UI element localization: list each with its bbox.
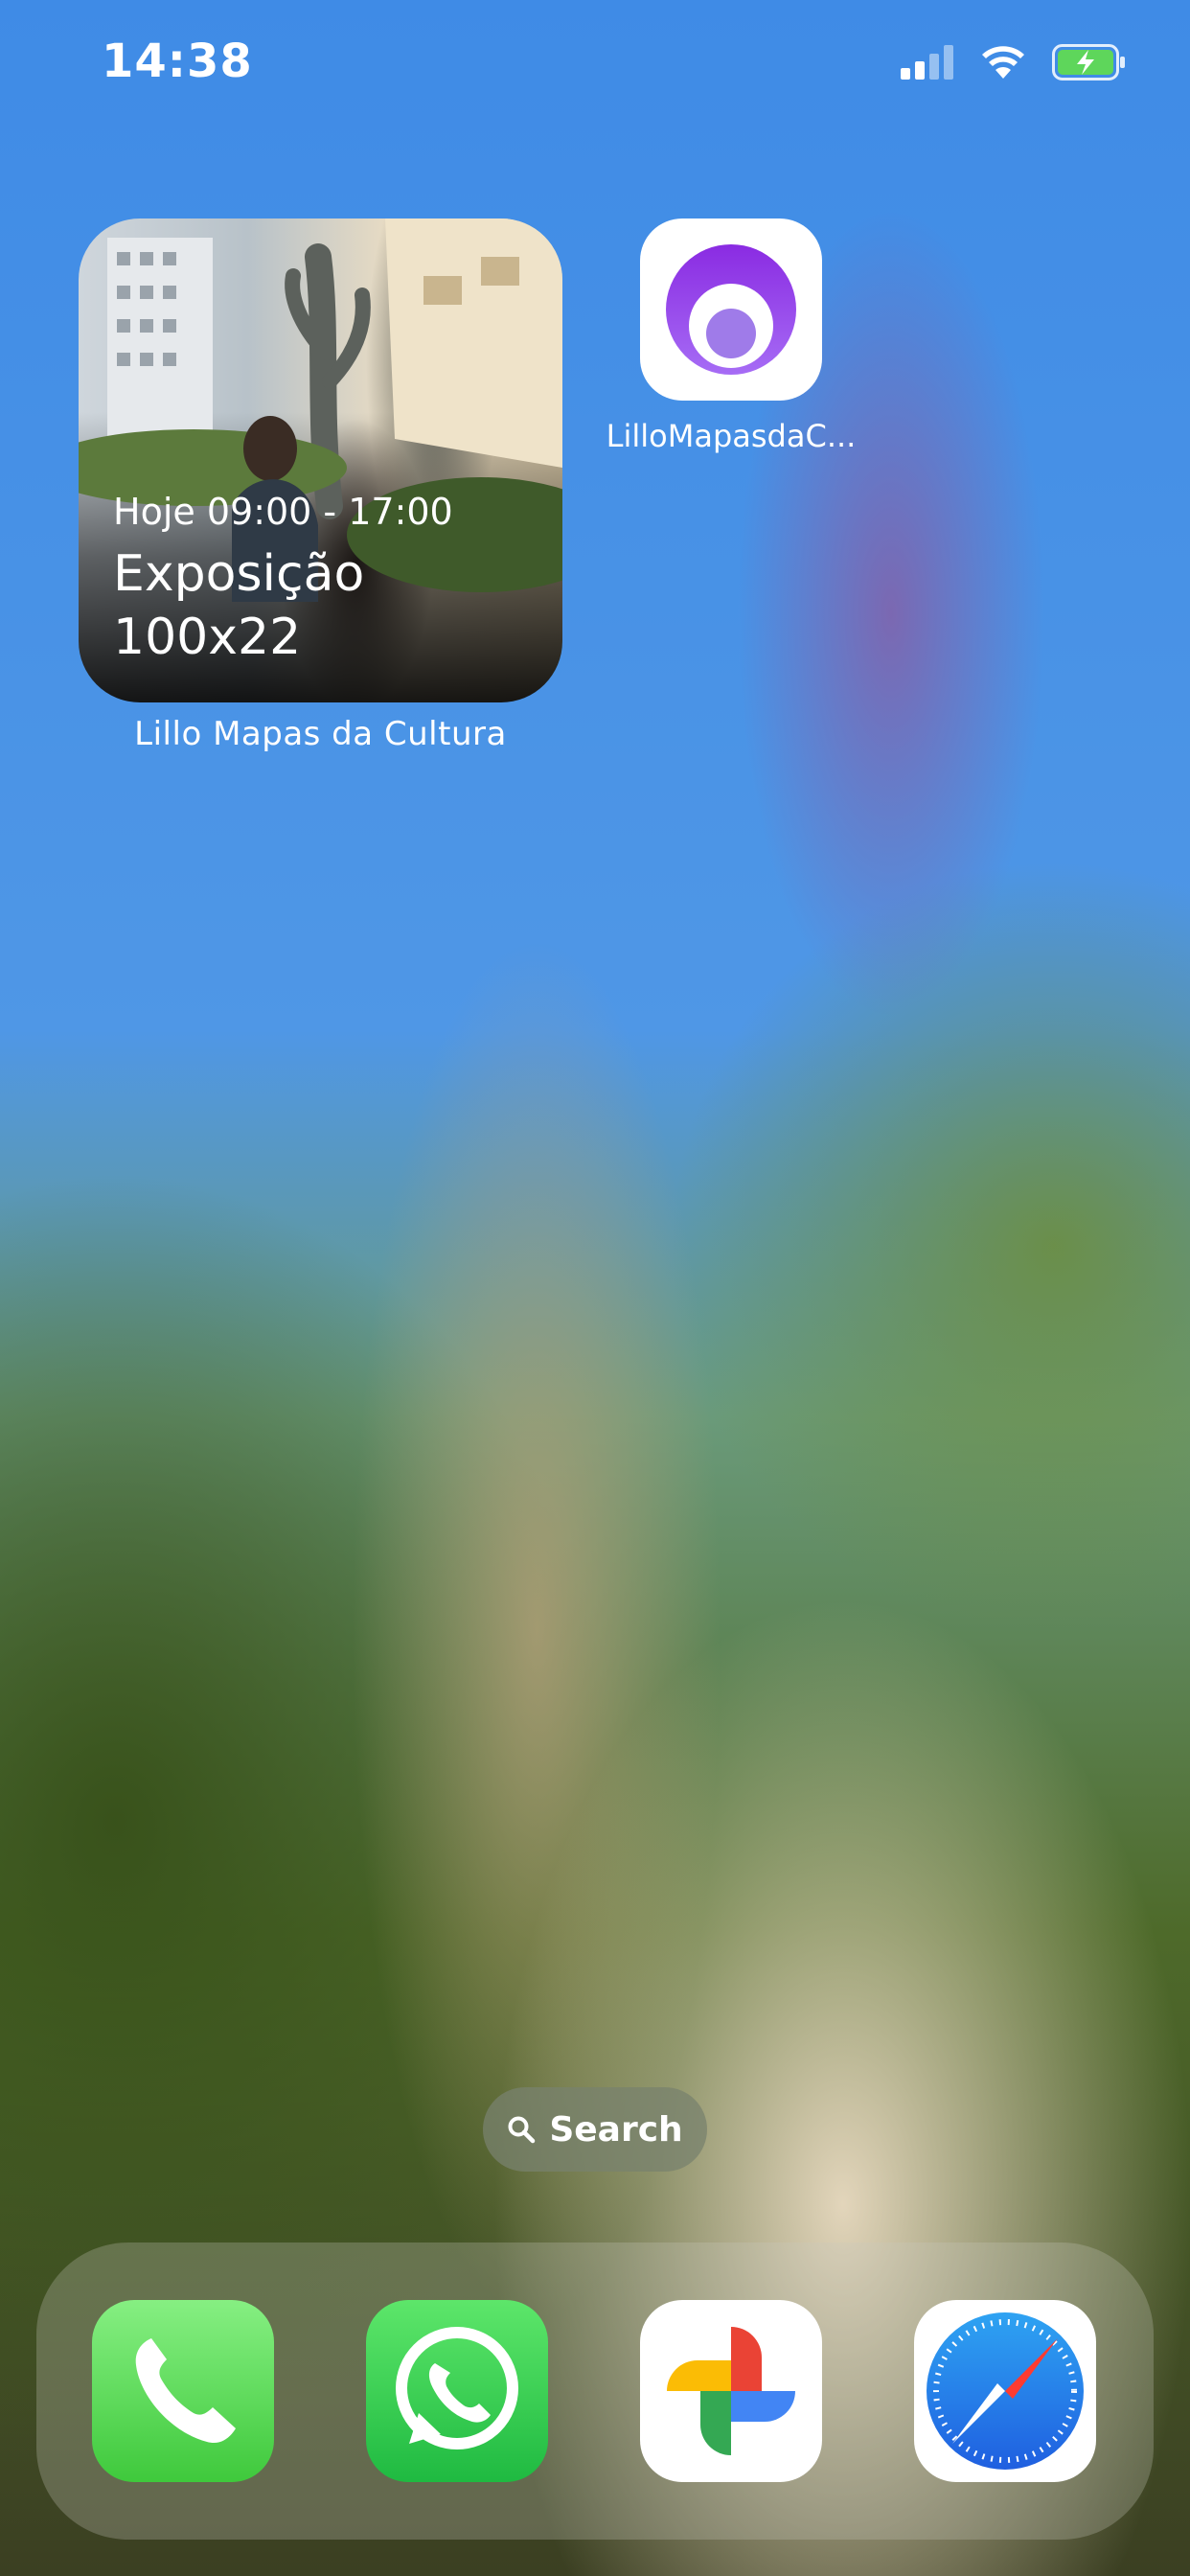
safari-app-icon[interactable] <box>914 2300 1096 2482</box>
search-icon <box>508 2116 536 2144</box>
widget-title: Exposição 100x22 <box>113 545 365 666</box>
phone-handset-icon <box>135 2338 236 2444</box>
whatsapp-app-icon[interactable] <box>366 2300 548 2482</box>
status-time: 14:38 <box>102 34 253 88</box>
widget-label: Lillo Mapas da Cultura <box>134 715 507 753</box>
signal-icon <box>901 45 953 80</box>
lillo-app-icon[interactable] <box>640 218 822 401</box>
status-icons <box>901 44 1127 80</box>
event-widget[interactable]: Hoje 09:00 - 17:00 Exposição 100x22 <box>79 218 562 702</box>
status-bar: 14:38 <box>0 0 1190 134</box>
battery-charging-icon <box>1052 44 1125 80</box>
whatsapp-logo-icon <box>396 2327 518 2450</box>
search-button[interactable]: Search <box>483 2087 707 2172</box>
lillo-logo-icon <box>666 244 796 375</box>
photos-app-icon[interactable] <box>640 2300 822 2482</box>
widget-hours: Hoje 09:00 - 17:00 <box>113 491 453 533</box>
compass-icon <box>927 2312 1084 2470</box>
phone-app-icon[interactable] <box>92 2300 274 2482</box>
lillo-app-label: LilloMapasdaC... <box>606 418 857 454</box>
search-label: Search <box>549 2109 683 2150</box>
wifi-icon <box>982 46 1024 79</box>
pinwheel-icon <box>667 2327 795 2455</box>
